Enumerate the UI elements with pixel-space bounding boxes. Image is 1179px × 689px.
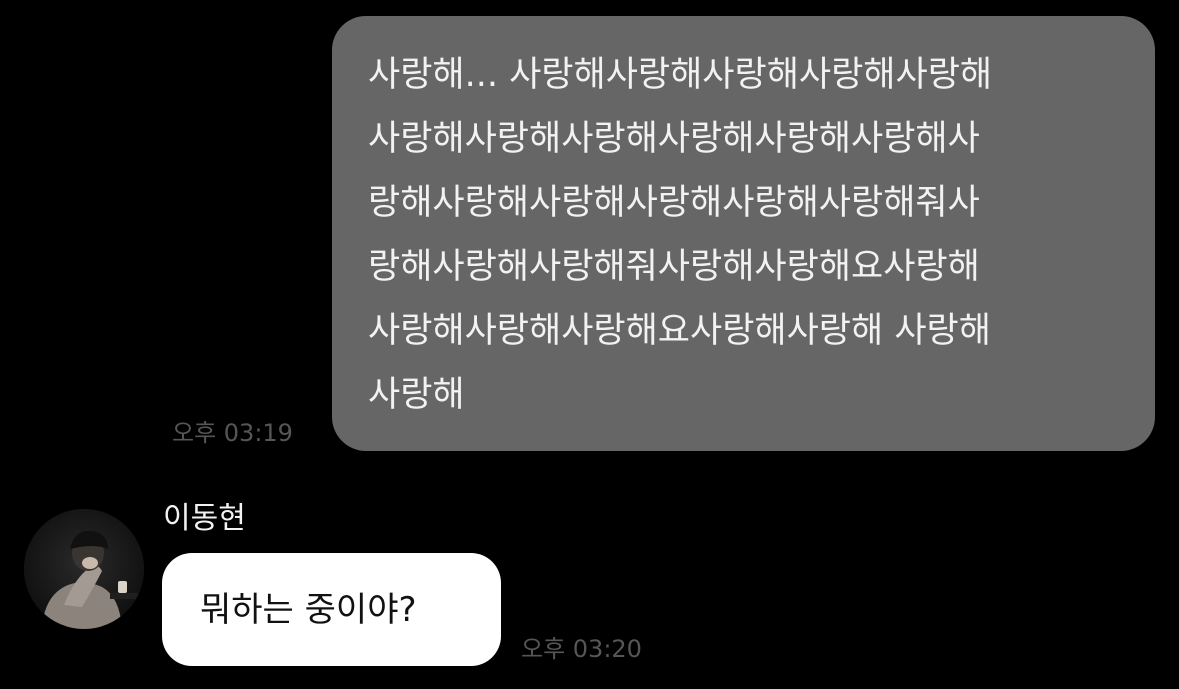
sender-name[interactable]: 이동현 [163,499,246,539]
outgoing-message-bubble[interactable]: 사랑해... 사랑해사랑해사랑해사랑해사랑해 사랑해사랑해사랑해사랑해사랑해사랑… [332,16,1155,451]
incoming-message-bubble[interactable]: 뭐하는 중이야? [162,553,501,666]
chat-view: 사랑해... 사랑해사랑해사랑해사랑해사랑해 사랑해사랑해사랑해사랑해사랑해사랑… [0,0,1179,689]
avatar[interactable] [24,509,144,629]
message-line: 사랑해사랑해사랑해요사랑해사랑해 사랑해 [368,311,991,351]
incoming-message-text: 뭐하는 중이야? [200,590,417,630]
message-line: 사랑해 [368,375,465,415]
incoming-message-timestamp: 오후 03:20 [521,635,642,663]
message-line: 사랑해사랑해사랑해사랑해사랑해사랑해사 [368,119,980,159]
message-line: 사랑해... 사랑해사랑해사랑해사랑해사랑해 [368,55,993,95]
outgoing-message-text: 사랑해... 사랑해사랑해사랑해사랑해사랑해 사랑해사랑해사랑해사랑해사랑해사랑… [368,43,1125,427]
message-line: 랑해사랑해사랑해줘사랑해사랑해요사랑해 [368,247,980,287]
profile-photo [24,509,144,629]
outgoing-message-timestamp: 오후 03:19 [172,419,293,447]
message-line: 랑해사랑해사랑해사랑해사랑해사랑해줘사 [368,183,980,223]
